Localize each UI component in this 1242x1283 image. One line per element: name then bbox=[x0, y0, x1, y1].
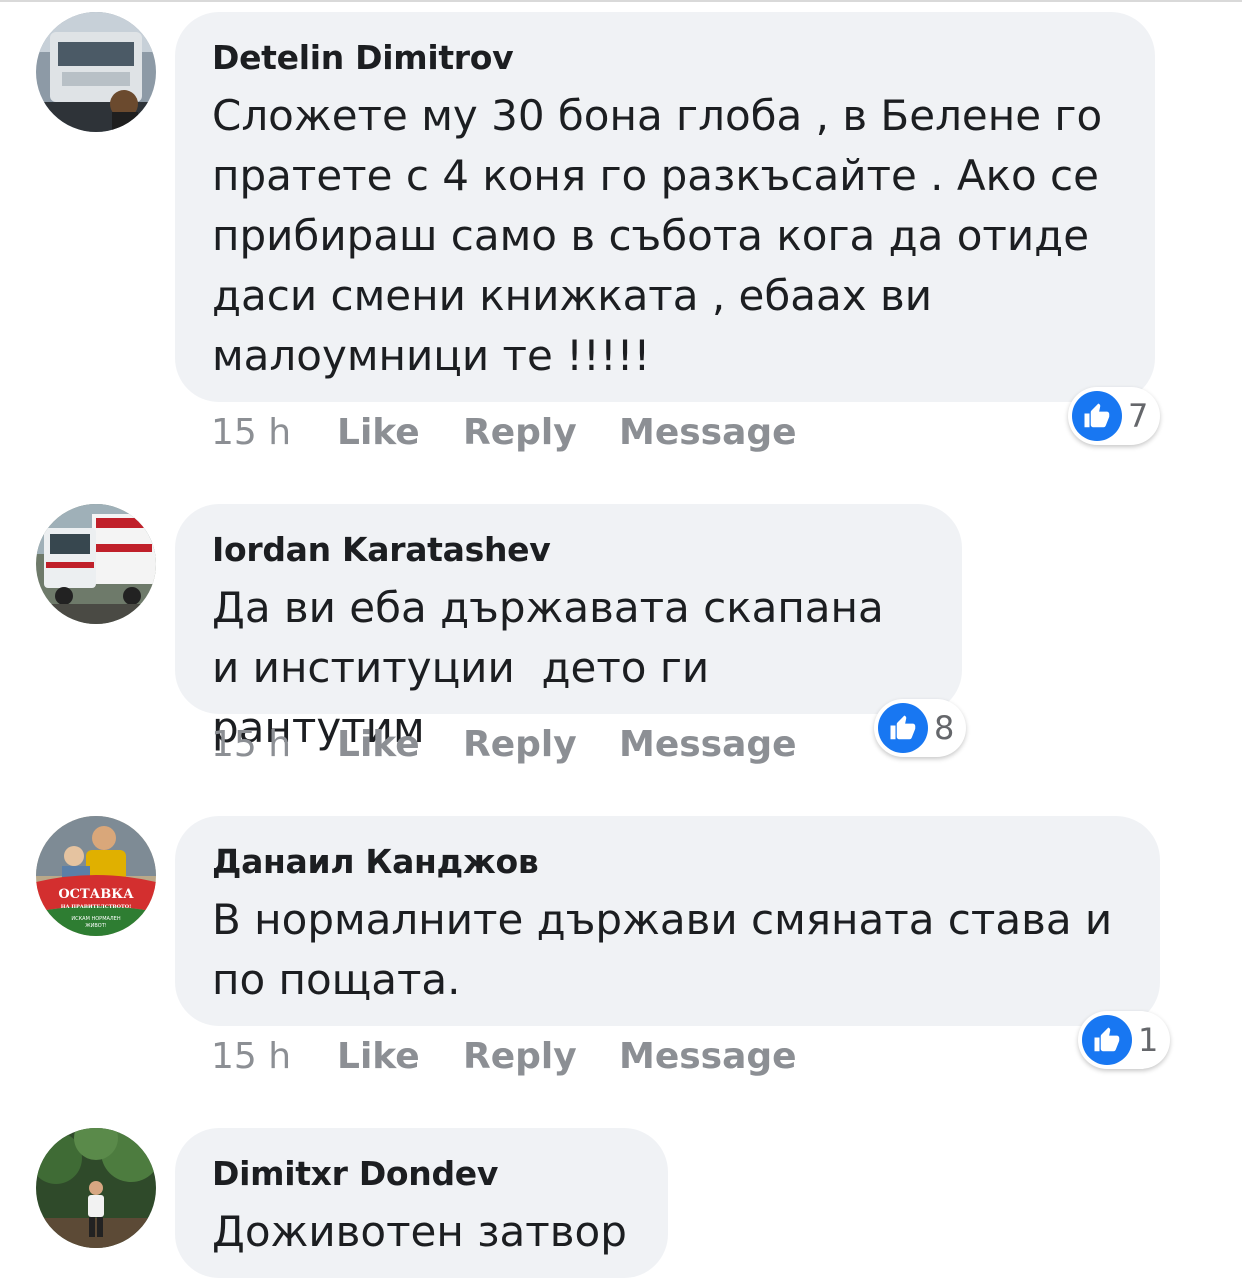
avatar[interactable] bbox=[36, 504, 156, 624]
reaction-count: 7 bbox=[1128, 397, 1149, 435]
avatar-badge-line2: НА ПРАВИТЕЛСТВОТО! bbox=[61, 904, 132, 910]
reaction-summary[interactable]: 1 bbox=[1078, 1011, 1171, 1069]
message-button[interactable]: Message bbox=[619, 408, 797, 458]
comment-author[interactable]: Iordan Karatashev bbox=[212, 530, 924, 570]
comment-bubble: Данаил Канджов В нормалните държави смян… bbox=[175, 816, 1160, 1026]
reaction-summary[interactable]: 8 bbox=[874, 699, 967, 757]
avatar[interactable] bbox=[36, 1128, 156, 1248]
comment-text: Доживотен затвор bbox=[212, 1207, 627, 1256]
comment-timestamp: 15 h bbox=[211, 412, 292, 453]
message-button[interactable]: Message bbox=[619, 1032, 797, 1082]
comment-text: Сложете му 30 бона глоба , в Белене го п… bbox=[212, 91, 1116, 380]
top-divider bbox=[0, 0, 1242, 2]
avatar-badge-line1: ОСТАВКА bbox=[58, 887, 134, 902]
comment-author[interactable]: Данаил Канджов bbox=[212, 842, 1122, 882]
comment-timestamp: 15 h bbox=[211, 724, 292, 765]
comment-bubble: Iordan Karatashev Да ви еба държавата ск… bbox=[175, 504, 962, 752]
thumbs-up-icon bbox=[1072, 391, 1122, 441]
reply-button[interactable]: Reply bbox=[463, 720, 577, 770]
comment-author[interactable]: Dimitxr Dondev bbox=[212, 1154, 630, 1194]
reaction-count: 1 bbox=[1138, 1021, 1159, 1059]
avatar[interactable]: ОСТАВКА НА ПРАВИТЕЛСТВОТО! ИСКАМ НОРМАЛЕ… bbox=[36, 816, 156, 936]
like-button[interactable]: Like bbox=[337, 1032, 420, 1082]
avatar-badge-line4: ЖИВОТ! bbox=[85, 923, 107, 929]
reaction-count: 8 bbox=[934, 709, 955, 747]
avatar-badge-line3: ИСКАМ НОРМАЛЕН bbox=[71, 916, 120, 922]
thumbs-up-icon bbox=[878, 703, 928, 753]
message-button[interactable]: Message bbox=[619, 720, 797, 770]
like-button[interactable]: Like bbox=[337, 408, 420, 458]
thumbs-up-icon bbox=[1082, 1015, 1132, 1065]
reaction-summary[interactable]: 7 bbox=[1068, 387, 1161, 445]
comment-bubble: Dimitxr Dondev Доживотен затвор bbox=[175, 1128, 668, 1278]
comment-author[interactable]: Detelin Dimitrov bbox=[212, 38, 1117, 78]
comment-timestamp: 15 h bbox=[211, 1036, 292, 1077]
comment-text: В нормалните държави смяната става и по … bbox=[212, 895, 1126, 1004]
avatar[interactable] bbox=[36, 12, 156, 132]
reply-button[interactable]: Reply bbox=[463, 1032, 577, 1082]
reply-button[interactable]: Reply bbox=[463, 408, 577, 458]
like-button[interactable]: Like bbox=[337, 720, 420, 770]
comment-bubble: Detelin Dimitrov Сложете му 30 бона глоб… bbox=[175, 12, 1155, 402]
